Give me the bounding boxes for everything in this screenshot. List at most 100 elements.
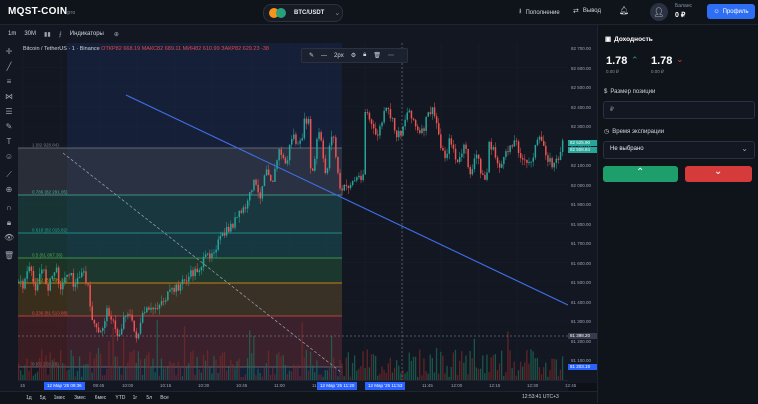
candle-body	[62, 282, 64, 290]
ruler-icon[interactable]: ⟋	[4, 170, 14, 180]
volume-bar	[238, 358, 240, 380]
range-button[interactable]: 5л	[146, 395, 152, 401]
candle-body	[95, 323, 98, 328]
volume-bar	[62, 363, 64, 380]
chart-canvas[interactable]: 1 (82 928.84) 0.786 (82 291.05) 0.618 (82 …	[18, 43, 568, 380]
logo[interactable]: MQST-COINpro	[8, 6, 76, 17]
volume-bar	[524, 362, 526, 380]
candle-body	[104, 321, 106, 329]
pair-selector[interactable]: BTC/USDT ⌄	[263, 4, 343, 22]
candle-body	[519, 153, 522, 159]
candle-body	[238, 210, 240, 217]
emoji-icon[interactable]: ☺	[4, 152, 14, 161]
volume-bar	[293, 364, 295, 380]
price-axis-label: 81 400.00	[571, 299, 592, 305]
indicators-icon[interactable]: ⨍	[59, 31, 62, 38]
bell-icon[interactable]: 🔔︎	[619, 6, 629, 15]
pattern-icon[interactable]: ⋈	[4, 92, 14, 101]
expiry-select[interactable]: Не выбрано ⌄	[603, 141, 755, 159]
avatar[interactable]: 👤︎	[650, 3, 668, 21]
eye-icon[interactable]: 👁︎	[4, 233, 14, 242]
volume-bar	[356, 370, 358, 380]
volume-bar	[246, 358, 249, 380]
candle-body	[215, 249, 217, 253]
volume-bar	[200, 372, 202, 380]
volume-bar	[360, 366, 362, 380]
lock-icon[interactable]: 🔒︎	[363, 52, 366, 59]
range-button[interactable]: 6мес	[95, 395, 107, 401]
volume-bar	[538, 367, 541, 380]
range-button[interactable]: 1г	[133, 395, 138, 401]
candle-body	[393, 118, 396, 131]
brush-icon[interactable]: ✎	[4, 122, 14, 131]
price-chart[interactable]: 1 (82 928.84) 0.786 (82 291.05) 0.618 (82 …	[18, 43, 568, 391]
volume-bar	[389, 357, 391, 380]
candles-icon[interactable]: ▮▮	[44, 31, 51, 38]
candle-body	[251, 190, 253, 193]
candle-body	[339, 172, 341, 189]
volume-bar	[505, 372, 507, 380]
magnet-icon[interactable]: ∩	[4, 203, 14, 212]
line-style-icon[interactable]: —	[321, 53, 327, 59]
more-icon[interactable]: ⋯	[388, 52, 394, 59]
fib-icon[interactable]: ☰	[4, 107, 14, 116]
balance-label: Баланс	[675, 3, 693, 9]
price-tag: 82 525.90	[568, 140, 597, 146]
candle-body	[303, 118, 306, 139]
interval-30m[interactable]: 30М	[24, 31, 36, 37]
profile-button[interactable]: ☺ Профиль	[707, 4, 755, 19]
candle-body	[120, 328, 123, 335]
volume-bar	[482, 355, 484, 380]
time-axis-label: 15	[20, 383, 26, 388]
sell-down-button[interactable]: ⌄	[685, 166, 752, 182]
candle-body	[253, 179, 255, 191]
buy-up-button[interactable]: ⌃	[603, 166, 678, 182]
indicators-button[interactable]: Индикаторы	[70, 31, 104, 37]
volume-bar	[328, 365, 331, 380]
crosshair-icon[interactable]: ✛	[4, 47, 14, 56]
candle-body	[244, 207, 247, 209]
text-icon[interactable]: T	[4, 137, 14, 146]
zoom-in-icon[interactable]: ⊕	[4, 185, 14, 194]
expiry-value: Не выбрано	[610, 146, 644, 152]
candle-body	[314, 159, 316, 171]
candle-body	[555, 158, 558, 163]
line-width-label[interactable]: 2px	[334, 53, 344, 59]
candle-body	[114, 320, 117, 330]
candle-body	[116, 329, 119, 337]
withdraw-button[interactable]: ⇄ Вывод	[573, 7, 601, 15]
position-size-input[interactable]: ₽	[603, 101, 755, 119]
volume-bar	[36, 371, 39, 380]
add-icon[interactable]: ⊕	[114, 31, 119, 38]
range-button[interactable]: 1мес	[54, 395, 66, 401]
volume-bar	[196, 356, 198, 380]
time-axis-label: 09:45	[93, 383, 105, 388]
price-axis[interactable]: 82 700.00 82 600.00 82 500.00 82 400.00 82 3…	[568, 43, 597, 383]
horizontal-lines-icon[interactable]: ≡	[4, 77, 14, 86]
volume-bar	[339, 359, 341, 380]
trash-icon[interactable]: 🗑︎	[373, 52, 381, 59]
range-button[interactable]: 3мес	[74, 395, 86, 401]
candle-body	[410, 110, 413, 119]
pencil-icon[interactable]: ✎	[309, 52, 314, 59]
interval-1m[interactable]: 1m	[8, 31, 16, 37]
volume-bar	[307, 370, 310, 380]
deposit-label: Пополнение	[525, 9, 560, 16]
down-arrow-icon: ⌄	[676, 54, 684, 64]
candle-body	[259, 192, 261, 199]
candle-body	[456, 159, 459, 162]
candle-body	[223, 233, 226, 236]
settings-icon[interactable]: ⚙︎	[351, 52, 356, 59]
range-button[interactable]: YTD	[115, 395, 125, 401]
candle-body	[425, 116, 427, 131]
lock-icon[interactable]: 🔒︎	[4, 218, 14, 228]
trendline-icon[interactable]: ╱	[4, 62, 14, 71]
candle-body	[335, 137, 337, 157]
trash-icon[interactable]: 🗑︎	[4, 251, 14, 260]
range-button[interactable]: 1д	[26, 395, 32, 401]
deposit-button[interactable]: ⭳ Пополнение	[519, 7, 560, 18]
candle-body	[351, 181, 354, 185]
range-button[interactable]: 5д	[40, 395, 46, 401]
range-button[interactable]: Все	[160, 395, 169, 401]
volume-bar	[154, 372, 156, 380]
